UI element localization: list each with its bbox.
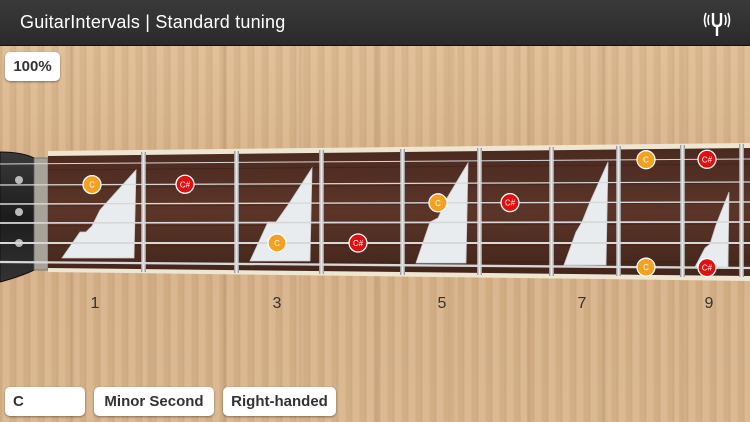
note-marker-interval[interactable]: C# xyxy=(697,258,717,278)
app-root: GuitarIntervals | Standard tuning C C# C… xyxy=(0,0,750,422)
note-label: C# xyxy=(505,199,516,208)
note-marker-interval[interactable]: C# xyxy=(348,233,368,253)
note-marker-root[interactable]: C xyxy=(267,233,287,253)
string-4 xyxy=(0,221,750,224)
key-select[interactable]: C xyxy=(5,387,85,416)
note-marker-interval[interactable]: C# xyxy=(500,192,520,213)
note-label: C xyxy=(643,263,649,272)
nut xyxy=(33,157,49,271)
note-marker-interval[interactable]: C# xyxy=(697,149,717,169)
fret-number-1: 1 xyxy=(90,295,100,312)
fretboard: C C# C C# C C# C C# C C# xyxy=(0,143,750,283)
note-label: C xyxy=(89,181,95,190)
fret-number-7: 7 xyxy=(577,295,587,312)
note-marker-interval[interactable]: C# xyxy=(175,174,195,194)
note-label: C xyxy=(274,239,280,248)
note-label: C# xyxy=(353,239,364,248)
note-marker-root[interactable]: C xyxy=(636,150,656,170)
note-marker-root[interactable]: C xyxy=(636,257,656,277)
interval-select[interactable]: Minor Second xyxy=(94,387,214,416)
zoom-button[interactable]: 100% xyxy=(5,52,60,81)
note-label: C# xyxy=(702,155,713,164)
fret-number-5: 5 xyxy=(437,295,447,312)
note-label: C xyxy=(643,156,649,165)
fret-number-9: 9 xyxy=(704,295,714,312)
note-marker-root[interactable]: C xyxy=(428,193,448,213)
note-label: C# xyxy=(702,264,713,273)
note-marker-root[interactable]: C xyxy=(82,174,102,195)
handedness-select[interactable]: Right-handed xyxy=(223,387,336,416)
note-label: C xyxy=(435,199,441,208)
fret-number-3: 3 xyxy=(272,295,282,312)
note-label: C# xyxy=(180,180,191,189)
